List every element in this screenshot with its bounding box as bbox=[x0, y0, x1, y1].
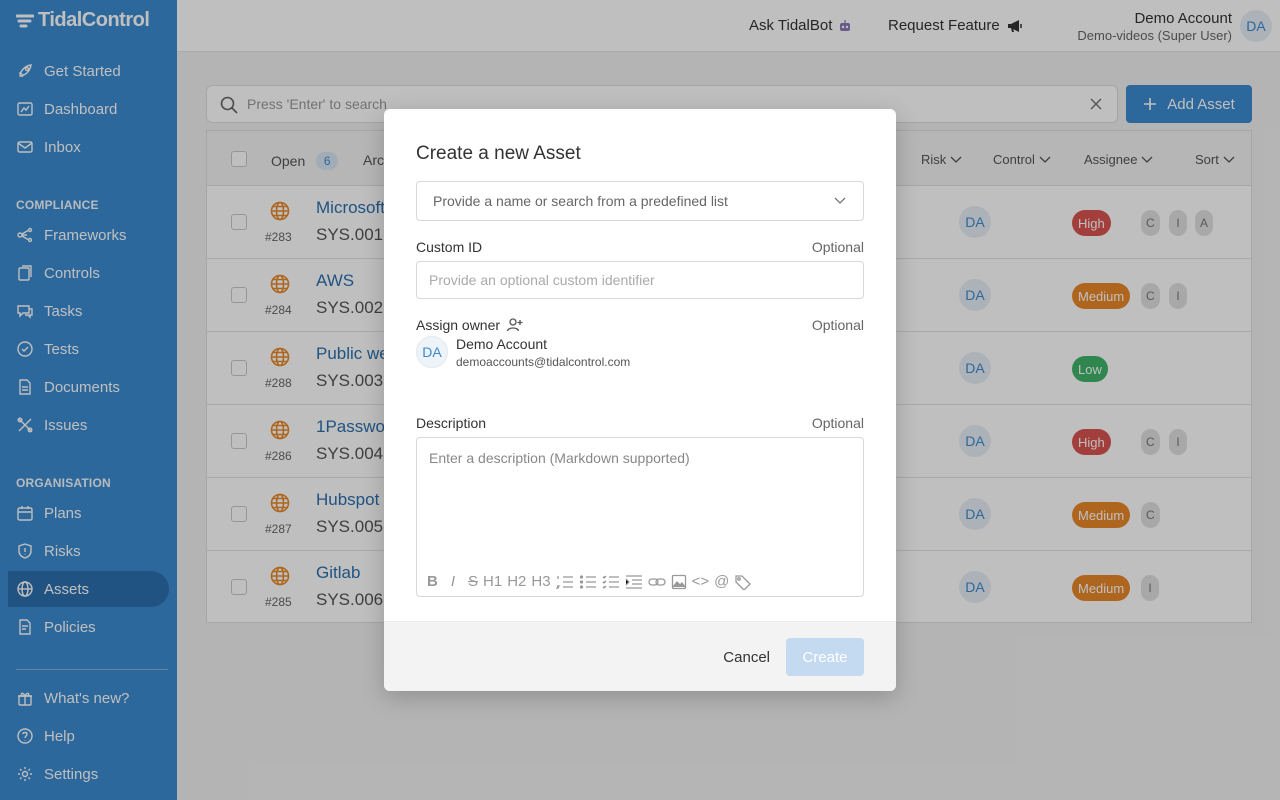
heading3-button[interactable]: H3 bbox=[531, 573, 550, 590]
ordered-list-button[interactable] bbox=[555, 574, 574, 590]
markdown-toolbar: B I S H1 H2 H3 <> @ bbox=[427, 573, 752, 590]
description-optional: Optional bbox=[811, 415, 864, 431]
description-editor[interactable]: Enter a description (Markdown supported)… bbox=[416, 437, 864, 597]
task-list-icon bbox=[602, 575, 619, 589]
dialog-title: Create a new Asset bbox=[416, 143, 581, 164]
custom-id-optional: Optional bbox=[811, 239, 864, 255]
code-button[interactable]: <> bbox=[692, 573, 710, 590]
italic-button[interactable]: I bbox=[451, 573, 455, 590]
heading2-button[interactable]: H2 bbox=[507, 573, 526, 590]
owner-name: Demo Account bbox=[456, 336, 548, 352]
owner-email: demoaccounts@tidalcontrol.com bbox=[456, 355, 631, 369]
ordered-list-icon bbox=[555, 575, 573, 589]
bullet-list-button[interactable] bbox=[579, 574, 597, 590]
link-button[interactable] bbox=[647, 574, 666, 590]
tag-button[interactable] bbox=[734, 574, 752, 590]
cancel-button[interactable]: Cancel bbox=[723, 649, 770, 666]
mention-button[interactable]: @ bbox=[714, 573, 729, 590]
custom-id-field[interactable]: Provide an optional custom identifier bbox=[416, 261, 864, 299]
tag-icon bbox=[735, 574, 752, 590]
image-button[interactable] bbox=[671, 574, 687, 590]
create-asset-dialog: Create a new Asset Provide a name or sea… bbox=[384, 109, 896, 691]
assign-owner-label: Assign owner bbox=[416, 316, 524, 334]
indent-button[interactable] bbox=[625, 574, 643, 590]
image-icon bbox=[671, 574, 686, 589]
create-button[interactable]: Create bbox=[786, 638, 864, 676]
asset-name-placeholder: Provide a name or search from a predefin… bbox=[433, 193, 728, 209]
link-icon bbox=[647, 577, 666, 586]
heading1-button[interactable]: H1 bbox=[483, 573, 502, 590]
assign-owner-text: Assign owner bbox=[416, 317, 501, 333]
indent-icon bbox=[625, 574, 642, 589]
add-user-icon[interactable] bbox=[506, 316, 524, 334]
bold-button[interactable]: B bbox=[427, 573, 438, 590]
task-list-button[interactable] bbox=[602, 574, 620, 590]
custom-id-placeholder: Provide an optional custom identifier bbox=[429, 272, 655, 288]
custom-id-label: Custom ID bbox=[416, 239, 483, 255]
bullet-list-icon bbox=[579, 574, 596, 589]
dialog-footer: Cancel Create bbox=[384, 621, 896, 691]
chevron-down-icon bbox=[834, 197, 846, 204]
description-placeholder: Enter a description (Markdown supported) bbox=[429, 450, 690, 466]
owner-optional: Optional bbox=[811, 317, 864, 333]
strikethrough-button[interactable]: S bbox=[468, 573, 478, 590]
asset-name-select[interactable]: Provide a name or search from a predefin… bbox=[416, 181, 864, 221]
description-label: Description bbox=[416, 415, 487, 431]
owner-avatar[interactable]: DA bbox=[416, 336, 448, 368]
